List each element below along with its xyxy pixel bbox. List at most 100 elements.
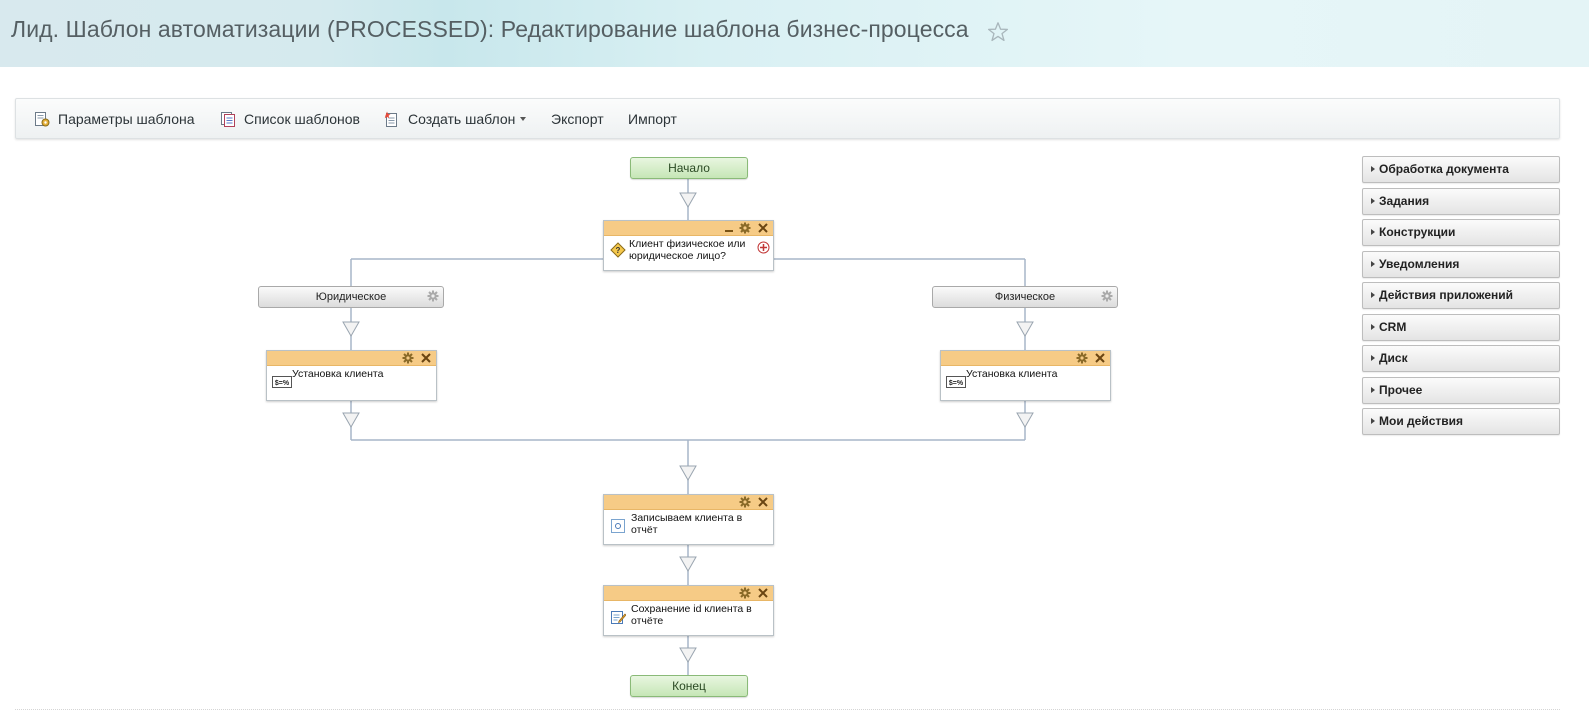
gear-icon[interactable] — [739, 496, 751, 508]
create-template-label: Создать шаблон — [408, 110, 516, 127]
set-client-right-label: Установка клиента — [966, 368, 1058, 380]
expand-arrow-icon — [1371, 323, 1375, 330]
svg-text:$=%: $=% — [275, 380, 290, 387]
gear-icon[interactable] — [739, 587, 751, 599]
import-label: Импорт — [628, 110, 677, 127]
close-icon[interactable] — [757, 496, 769, 508]
create-template-button[interactable]: Создать шаблон — [384, 99, 527, 138]
activity-body: $=% Установка клиента — [267, 366, 436, 388]
set-client-activity-right[interactable]: $=% Установка клиента — [940, 350, 1111, 401]
page-header: Лид. Шаблон автоматизации (PROCESSED): Р… — [0, 0, 1589, 67]
panel-item-label: Задания — [1379, 193, 1430, 208]
template-params-label: Параметры шаблона — [58, 110, 195, 127]
add-branch-icon[interactable] — [757, 241, 770, 254]
save-id-activity[interactable]: Сохранение id клиента в отчёте — [603, 585, 774, 636]
expand-arrow-icon — [1371, 292, 1375, 298]
expand-arrow-icon — [1371, 229, 1375, 235]
expand-arrow-icon — [1371, 418, 1375, 424]
export-button[interactable]: Экспорт — [551, 99, 604, 138]
gear-icon[interactable] — [739, 222, 751, 234]
connector-arrow-icon[interactable] — [342, 412, 360, 428]
panel-item-label: Уведомления — [1379, 256, 1460, 271]
activity-body: $=% Установка клиента — [941, 366, 1110, 388]
workflow-canvas: Начало ? Клиент физическое или юридическ… — [0, 140, 1350, 723]
connector-arrow-icon[interactable] — [679, 647, 697, 663]
svg-text:$=%: $=% — [949, 380, 964, 387]
branch-individual-label: Физическое — [994, 291, 1056, 303]
designer-toolbar: Параметры шаблона Список шаблонов Создат… — [15, 98, 1560, 139]
star-outline-icon[interactable] — [986, 20, 1010, 44]
close-icon[interactable] — [420, 352, 432, 364]
report-activity-label: Записываем клиента в отчёт — [631, 512, 743, 536]
panel-item-label: Действия приложений — [1379, 288, 1514, 302]
condition-icon: ? — [610, 242, 626, 258]
chevron-down-icon — [520, 116, 527, 121]
condition-label: Клиент физическое или юридическое лицо? — [629, 238, 746, 262]
activity-body: Записываем клиента в отчёт — [604, 510, 773, 536]
set-client-left-label: Установка клиента — [292, 368, 384, 380]
activity-body: ? Клиент физическое или юридическое лицо… — [604, 236, 773, 262]
panel-item-crm[interactable]: CRM — [1362, 313, 1560, 341]
connector-arrow-icon[interactable] — [679, 556, 697, 572]
gear-icon[interactable] — [427, 290, 439, 302]
condition-activity[interactable]: ? Клиент физическое или юридическое лицо… — [603, 220, 774, 271]
create-template-icon — [384, 111, 397, 127]
branch-individual[interactable]: Физическое — [932, 286, 1118, 308]
app-action-icon — [611, 519, 625, 533]
close-icon[interactable] — [757, 222, 769, 234]
import-button[interactable]: Импорт — [628, 99, 677, 138]
collapse-icon[interactable] — [723, 222, 735, 234]
start-node[interactable]: Начало — [630, 157, 748, 179]
activity-header — [267, 351, 436, 366]
branch-legal[interactable]: Юридическое — [258, 286, 444, 308]
connector-arrow-icon[interactable] — [1016, 321, 1034, 337]
template-params-icon — [35, 111, 50, 126]
expand-arrow-icon — [1371, 197, 1375, 204]
close-icon[interactable] — [757, 587, 769, 599]
svg-text:?: ? — [616, 246, 621, 255]
connector-arrow-icon[interactable] — [679, 192, 697, 208]
panel-item-label: Прочее — [1379, 382, 1423, 397]
page-title: Лид. Шаблон автоматизации (PROCESSED): Р… — [11, 16, 969, 42]
branch-legal-label: Юридическое — [315, 291, 387, 303]
panel-item-disk[interactable]: Диск — [1362, 345, 1560, 372]
panel-item-notifications[interactable]: Уведомления — [1362, 250, 1560, 278]
set-variable-icon: $=% — [946, 376, 966, 388]
template-list-icon — [221, 111, 235, 127]
panel-item-other[interactable]: Прочее — [1362, 376, 1560, 404]
template-list-button[interactable]: Список шаблонов — [220, 99, 360, 138]
gear-icon[interactable] — [402, 352, 414, 364]
panel-item-my-actions[interactable]: Мои действия — [1362, 408, 1560, 435]
expand-arrow-icon — [1371, 260, 1375, 267]
end-node[interactable]: Конец — [630, 675, 748, 697]
panel-item-label: Обработка документа — [1379, 162, 1509, 176]
panel-item-app-actions[interactable]: Действия приложений — [1362, 282, 1560, 309]
activity-header — [941, 351, 1110, 366]
activity-panel: Обработка документа Задания Конструкции … — [1362, 156, 1560, 440]
set-client-activity-left[interactable]: $=% Установка клиента — [266, 350, 437, 401]
connector-arrow-icon[interactable] — [342, 321, 360, 337]
set-variable-icon: $=% — [272, 376, 292, 388]
edit-document-icon — [611, 611, 626, 624]
activity-header — [604, 495, 773, 510]
divider — [15, 709, 1560, 710]
export-label: Экспорт — [551, 110, 604, 127]
connector-arrow-icon[interactable] — [1016, 412, 1034, 428]
gear-icon[interactable] — [1101, 290, 1113, 302]
expand-arrow-icon — [1371, 355, 1375, 361]
panel-item-tasks[interactable]: Задания — [1362, 187, 1560, 215]
report-activity[interactable]: Записываем клиента в отчёт — [603, 494, 774, 545]
panel-item-document-processing[interactable]: Обработка документа — [1362, 156, 1560, 183]
activity-body: Сохранение id клиента в отчёте — [604, 601, 773, 627]
gear-icon[interactable] — [1076, 352, 1088, 364]
activity-header — [604, 586, 773, 601]
close-icon[interactable] — [1094, 352, 1106, 364]
panel-item-label: Диск — [1379, 351, 1408, 365]
panel-item-constructions[interactable]: Конструкции — [1362, 219, 1560, 246]
connector-arrow-icon[interactable] — [679, 465, 697, 481]
expand-arrow-icon — [1371, 166, 1375, 172]
template-list-label: Список шаблонов — [244, 110, 360, 127]
panel-item-label: Конструкции — [1379, 225, 1456, 239]
template-params-button[interactable]: Параметры шаблона — [34, 99, 195, 138]
save-id-activity-label: Сохранение id клиента в отчёте — [631, 603, 752, 627]
